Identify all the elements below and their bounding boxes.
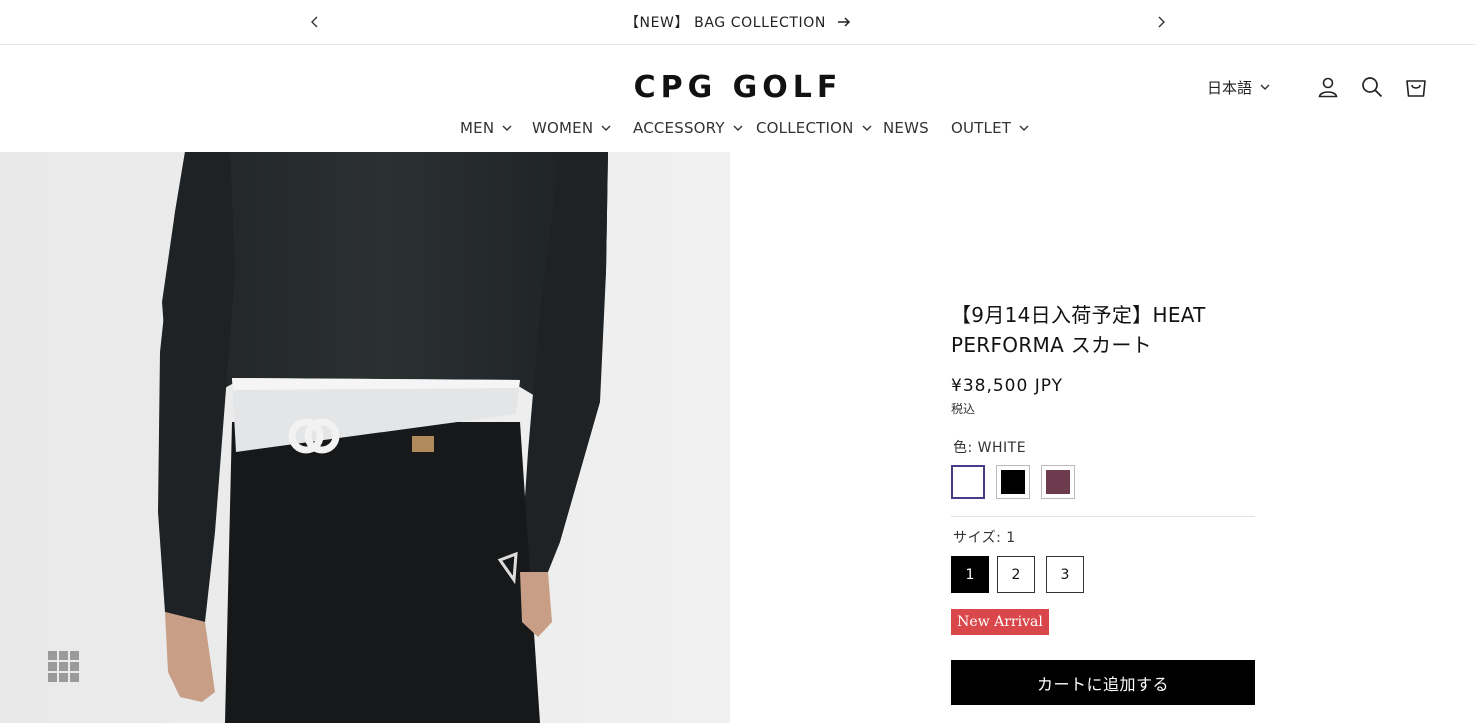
color-label: 色: WHITE — [953, 440, 1027, 456]
nav-item-news[interactable]: NEWS — [883, 119, 929, 137]
chevron-right-icon — [1158, 16, 1165, 28]
arrow-right-icon — [838, 17, 851, 27]
chevron-down-icon — [1260, 84, 1270, 90]
product-price: ¥38,500 JPY — [951, 376, 1063, 396]
nav-item-label: NEWS — [883, 119, 929, 137]
add-to-cart-button[interactable]: カートに追加する — [951, 660, 1255, 705]
nav-item-collection[interactable]: COLLECTION — [756, 119, 872, 137]
size-label: サイズ: 1 — [953, 530, 1016, 546]
announcement-next-button[interactable] — [1150, 11, 1172, 33]
chevron-down-icon — [502, 125, 512, 131]
chevron-down-icon — [1019, 125, 1029, 131]
tax-note: 税込 — [951, 402, 976, 416]
color-swatch-white[interactable] — [951, 465, 985, 499]
chevron-down-icon — [601, 125, 611, 131]
chevron-down-icon — [733, 125, 743, 131]
nav-item-accessory[interactable]: ACCESSORY — [633, 119, 743, 137]
size-option-1[interactable]: 1 — [951, 556, 989, 593]
announcement-text: 【NEW】 BAG COLLECTION — [624, 15, 826, 31]
nav-item-label: ACCESSORY — [633, 119, 725, 137]
nav-item-label: WOMEN — [532, 119, 594, 137]
account-icon[interactable] — [1316, 75, 1340, 99]
search-icon[interactable] — [1360, 75, 1384, 99]
swatch-fill — [1046, 470, 1070, 494]
nav-item-men[interactable]: MEN — [460, 119, 512, 137]
divider — [951, 516, 1255, 517]
product-image[interactable] — [0, 152, 730, 723]
nav-item-label: COLLECTION — [756, 119, 854, 137]
language-selector[interactable]: 日本語 — [1207, 77, 1270, 98]
language-label: 日本語 — [1207, 79, 1253, 97]
new-arrival-badge: New Arrival — [951, 609, 1049, 635]
swatch-fill — [957, 471, 979, 493]
grid-icon[interactable] — [48, 651, 80, 683]
color-swatch-wine[interactable] — [1041, 465, 1075, 499]
chevron-down-icon — [862, 125, 872, 131]
product-title: 【9月14日入荷予定】HEAT PERFORMA スカート — [951, 303, 1206, 357]
nav-item-label: MEN — [460, 119, 495, 137]
announcement-link[interactable]: 【NEW】 BAG COLLECTION — [0, 12, 1476, 32]
swatch-fill — [1001, 470, 1025, 494]
main-navigation: MEN WOMEN ACCESSORY COLLECTION NEWS OUTL… — [0, 119, 1476, 143]
size-option-2[interactable]: 2 — [997, 556, 1035, 593]
cart-icon[interactable] — [1404, 75, 1428, 99]
nav-item-women[interactable]: WOMEN — [532, 119, 611, 137]
announcement-bar: 【NEW】 BAG COLLECTION — [0, 0, 1476, 45]
nav-item-label: OUTLET — [951, 119, 1012, 137]
nav-item-outlet[interactable]: OUTLET — [951, 119, 1029, 137]
product-photo — [0, 152, 730, 723]
color-swatch-black[interactable] — [996, 465, 1030, 499]
size-option-3[interactable]: 3 — [1046, 556, 1084, 593]
